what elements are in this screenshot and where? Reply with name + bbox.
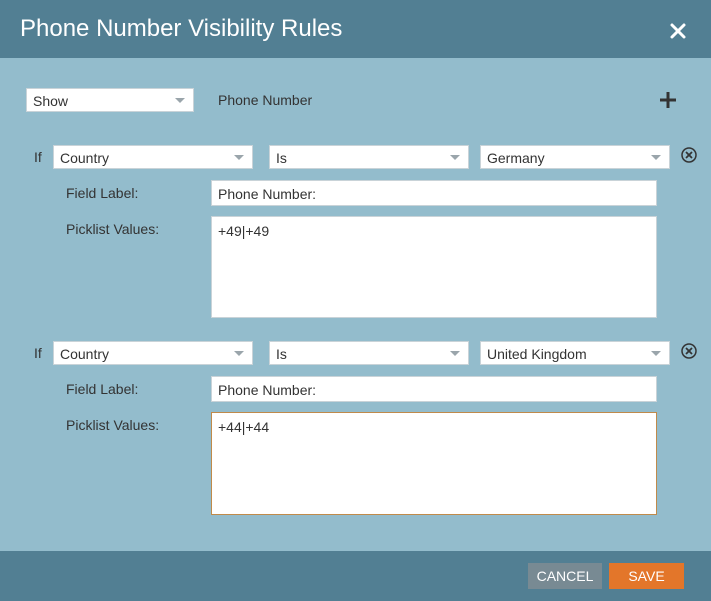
chevron-down-icon (651, 155, 661, 160)
picklist-textarea[interactable]: +44|+44 (211, 412, 657, 515)
cancel-button[interactable]: CANCEL (528, 563, 602, 589)
rule-field-value: Country (60, 150, 110, 166)
rule-value-value: United Kingdom (487, 346, 587, 362)
rule-field-select[interactable]: Country (53, 341, 253, 365)
rule-operator-value: Is (276, 150, 287, 166)
visibility-select-value: Show (33, 93, 69, 109)
rule-operator-value: Is (276, 346, 287, 362)
rule-value-select[interactable]: United Kingdom (480, 341, 670, 365)
field-label-input-value: Phone Number: (218, 382, 317, 398)
rule-value-value: Germany (487, 150, 545, 166)
plus-icon[interactable] (657, 89, 679, 111)
field-label-caption: Field Label: (66, 381, 139, 397)
rule-value-select[interactable]: Germany (480, 145, 670, 169)
picklist-textarea-value: +44|+44 (218, 419, 270, 435)
field-label-input[interactable]: Phone Number: (211, 180, 657, 206)
picklist-textarea-value: +49|+49 (218, 223, 270, 239)
circle-x-icon[interactable] (680, 146, 698, 164)
visibility-select[interactable]: Show (26, 88, 194, 112)
chevron-down-icon (651, 351, 661, 356)
field-label-input-value: Phone Number: (218, 186, 317, 202)
circle-x-icon[interactable] (680, 342, 698, 360)
chevron-down-icon (450, 155, 460, 160)
chevron-down-icon (450, 351, 460, 356)
picklist-caption: Picklist Values: (66, 221, 160, 237)
chevron-down-icon (234, 351, 244, 356)
close-icon[interactable] (667, 20, 689, 42)
picklist-caption: Picklist Values: (66, 417, 160, 433)
rule-if-label: If (34, 345, 42, 361)
save-button[interactable]: SAVE (609, 563, 684, 589)
picklist-textarea[interactable]: +49|+49 (211, 216, 657, 318)
rule-field-select[interactable]: Country (53, 145, 253, 169)
chevron-down-icon (234, 155, 244, 160)
visibility-rules-dialog: Phone Number Visibility Rules Show Phone… (0, 0, 711, 601)
rule-if-label: If (34, 149, 42, 165)
field-name-label: Phone Number (218, 92, 313, 108)
field-label-caption: Field Label: (66, 185, 139, 201)
field-label-input[interactable]: Phone Number: (211, 376, 657, 402)
dialog-title: Phone Number Visibility Rules (20, 15, 343, 42)
rule-field-value: Country (60, 346, 110, 362)
dialog-footer (0, 551, 711, 601)
rule-operator-select[interactable]: Is (269, 145, 469, 169)
chevron-down-icon (175, 98, 185, 103)
dialog-titlebar: Phone Number Visibility Rules (0, 0, 711, 58)
rule-operator-select[interactable]: Is (269, 341, 469, 365)
